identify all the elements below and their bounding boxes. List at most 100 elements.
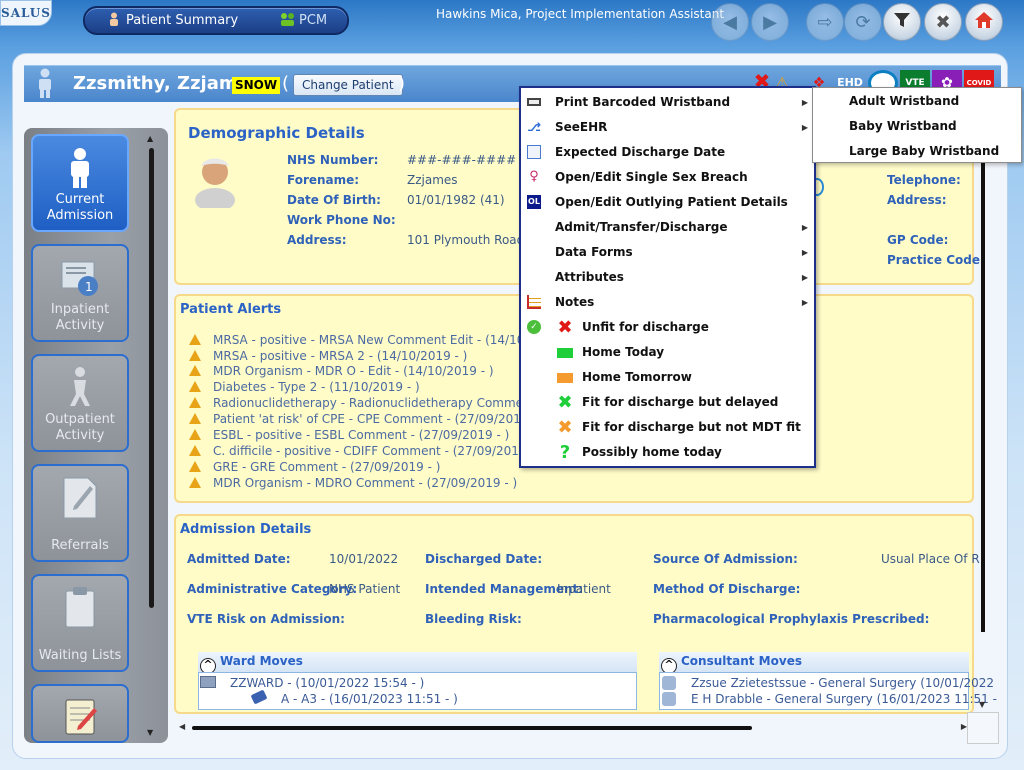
alert-item[interactable]: Patient 'at risk' of CPE - CPE Comment -… bbox=[189, 411, 545, 427]
alert-item[interactable]: MRSA - positive - MRSA New Comment Edit … bbox=[189, 332, 544, 348]
menu-fit-delayed[interactable]: ✖ Fit for discharge but delayed bbox=[521, 390, 814, 415]
alert-text: Diabetes - Type 2 - (11/10/2019 - ) bbox=[213, 380, 420, 394]
content-vscrollbar[interactable]: ▼ bbox=[976, 105, 990, 715]
notebook-icon bbox=[60, 696, 100, 738]
patient-badge: SNOW bbox=[232, 77, 281, 94]
outlier-icon: OL bbox=[527, 195, 541, 209]
back-icon: ◀ bbox=[723, 11, 737, 33]
nav-waiting-lists[interactable]: Waiting Lists bbox=[31, 574, 129, 672]
submenu-arrow-icon: ▶ bbox=[801, 248, 808, 257]
submenu-arrow-icon: ▶ bbox=[801, 223, 808, 232]
dob-value: 01/01/1982 (41) bbox=[407, 193, 505, 207]
scroll-up-icon[interactable]: ▲ bbox=[147, 134, 153, 143]
alert-item[interactable]: Diabetes - Type 2 - (11/10/2019 - ) bbox=[189, 379, 420, 395]
vscroll-thumb[interactable] bbox=[981, 105, 985, 632]
nav-inpatient-activity[interactable]: 1 Inpatient Activity bbox=[31, 244, 129, 342]
nav-scroll-thumb[interactable] bbox=[149, 148, 154, 608]
menu-home-tomorrow[interactable]: Home Tomorrow bbox=[521, 365, 814, 390]
consultant-moves-header[interactable]: ^ Consultant Moves bbox=[659, 652, 969, 674]
scroll-down-icon[interactable]: ▼ bbox=[979, 700, 985, 709]
nav-scrollbar[interactable]: ▲ ▼ bbox=[146, 134, 158, 737]
nav-current-admission[interactable]: Current Admission bbox=[31, 134, 129, 232]
submenu-adult-wristband[interactable]: Adult Wristband bbox=[849, 89, 959, 114]
menu-outlying-patient[interactable]: OL Open/Edit Outlying Patient Details bbox=[521, 190, 814, 215]
menu-notes[interactable]: Notes ▶ bbox=[521, 290, 814, 315]
demographics-title: Demographic Details bbox=[188, 124, 365, 142]
alert-item[interactable]: ESBL - positive - ESBL Comment - (27/09/… bbox=[189, 427, 509, 443]
menu-data-forms[interactable]: Data Forms ▶ bbox=[521, 240, 814, 265]
alert-item[interactable]: MDR Organism - MDRO Comment - (27/09/201… bbox=[189, 475, 517, 491]
calendar-icon bbox=[527, 145, 541, 159]
ward-move-row[interactable]: ZZWARD - (10/01/2022 15:54 - ) bbox=[230, 676, 424, 690]
close-button[interactable]: ✖ bbox=[924, 3, 962, 41]
menu-home-today[interactable]: Home Today bbox=[521, 340, 814, 365]
menu-attributes[interactable]: Attributes ▶ bbox=[521, 265, 814, 290]
alert-text: Radionuclidetherapy - Radionuclidetherap… bbox=[213, 396, 552, 410]
nav-outpatient-activity[interactable]: Outpatient Activity bbox=[31, 354, 129, 452]
consultant-move-row[interactable]: Zzsue Zzietestssue - General Surgery (10… bbox=[691, 676, 994, 690]
consultant-icon bbox=[662, 692, 676, 706]
menu-seeehr[interactable]: ⎇ SeeEHR ▶ bbox=[521, 115, 814, 140]
forward-icon: ▶ bbox=[763, 11, 777, 33]
alert-item[interactable]: GRE - GRE Comment - (27/09/2019 - ) bbox=[189, 459, 440, 475]
menu-unfit-discharge[interactable]: ✓ ✖ Unfit for discharge bbox=[521, 315, 814, 340]
warning-icon bbox=[189, 397, 201, 408]
alert-item[interactable]: MRSA - positive - MRSA 2 - (14/10/2019 -… bbox=[189, 348, 467, 364]
nhs-number-value: ###-###-#### bbox=[407, 153, 517, 167]
inpatient-icon: 1 bbox=[60, 256, 100, 298]
refresh-button[interactable]: ⟳ bbox=[844, 3, 882, 41]
practice-code-label: Practice Code: bbox=[887, 253, 985, 267]
forward-button[interactable]: ▶ bbox=[751, 3, 789, 41]
menu-print-wristband[interactable]: Print Barcoded Wristband ▶ bbox=[521, 90, 814, 115]
change-patient-button[interactable]: Change Patient bbox=[293, 74, 403, 96]
alert-text: MDR Organism - MDR O - Edit - (14/10/201… bbox=[213, 364, 494, 378]
telephone-label: Telephone: bbox=[887, 173, 961, 187]
admission-icon bbox=[60, 146, 100, 188]
tab-patient-summary[interactable]: Patient Summary bbox=[107, 8, 238, 33]
wristband-icon bbox=[527, 98, 541, 106]
nhs-number-label: NHS Number: bbox=[287, 153, 379, 167]
ward-icon bbox=[200, 676, 216, 688]
submenu-large-baby-wristband[interactable]: Large Baby Wristband bbox=[849, 139, 999, 164]
work-phone-label: Work Phone No: bbox=[287, 213, 396, 227]
alert-item[interactable]: C. difficile - positive - CDIFF Comment … bbox=[189, 443, 543, 459]
ward-move-row[interactable]: A - A3 - (16/01/2023 11:51 - ) bbox=[281, 692, 458, 706]
menu-possibly-home[interactable]: ? Possibly home today bbox=[521, 440, 814, 465]
nav-referrals[interactable]: Referrals bbox=[31, 464, 129, 562]
alert-text: ESBL - positive - ESBL Comment - (27/09/… bbox=[213, 428, 510, 442]
context-menu: Print Barcoded Wristband ▶ ⎇ SeeEHR ▶ Expec… bbox=[519, 86, 816, 468]
ward-moves-header[interactable]: ^ Ward Moves bbox=[198, 652, 637, 674]
hscroll-thumb[interactable] bbox=[192, 726, 752, 730]
pharma-prophylaxis-label: Pharmacological Prophylaxis Prescribed: bbox=[653, 612, 930, 626]
scroll-down-icon[interactable]: ▼ bbox=[147, 728, 153, 737]
consultant-move-row[interactable]: E H Drabble - General Surgery (16/01/202… bbox=[691, 692, 997, 706]
content-hscrollbar[interactable]: ◀ ▶ bbox=[174, 719, 970, 737]
menu-label: Notes bbox=[555, 295, 595, 309]
app-logo: SALUS bbox=[0, 0, 52, 26]
back-button[interactable]: ◀ bbox=[711, 3, 749, 41]
submenu-baby-wristband[interactable]: Baby Wristband bbox=[849, 114, 957, 139]
question-icon: ? bbox=[559, 442, 571, 463]
ward-moves-title: Ward Moves bbox=[220, 654, 303, 668]
fit-delayed-x-icon: ✖ bbox=[557, 392, 573, 413]
exit-button[interactable]: ⇨ bbox=[806, 3, 844, 41]
submenu-arrow-icon: ▶ bbox=[801, 123, 808, 132]
menu-expected-discharge[interactable]: Expected Discharge Date bbox=[521, 140, 814, 165]
intended-management-value: Inpatient bbox=[557, 582, 611, 596]
menu-label: SeeEHR bbox=[555, 120, 608, 134]
tab-pcm[interactable]: PCM bbox=[280, 8, 327, 33]
scroll-left-icon[interactable]: ◀ bbox=[179, 722, 185, 731]
admitted-date-value: 10/01/2022 bbox=[329, 552, 399, 566]
menu-label: Data Forms bbox=[555, 245, 633, 259]
filter-button[interactable] bbox=[883, 3, 921, 41]
home-button[interactable] bbox=[965, 3, 1003, 41]
menu-admit-transfer-discharge[interactable]: Admit/Transfer/Discharge ▶ bbox=[521, 215, 814, 240]
home-today-swatch-icon bbox=[557, 340, 573, 365]
warning-icon bbox=[189, 413, 201, 424]
menu-fit-not-mdt[interactable]: ✖ Fit for discharge but not MDT fit bbox=[521, 415, 814, 440]
alert-item[interactable]: Radionuclidetherapy - Radionuclidetherap… bbox=[189, 395, 552, 411]
alert-item[interactable]: MDR Organism - MDR O - Edit - (14/10/201… bbox=[189, 363, 494, 379]
nav-notes[interactable] bbox=[31, 684, 129, 743]
forename-value: Zzjames bbox=[407, 173, 458, 187]
menu-single-sex-breach[interactable]: ♀ Open/Edit Single Sex Breach bbox=[521, 165, 814, 190]
